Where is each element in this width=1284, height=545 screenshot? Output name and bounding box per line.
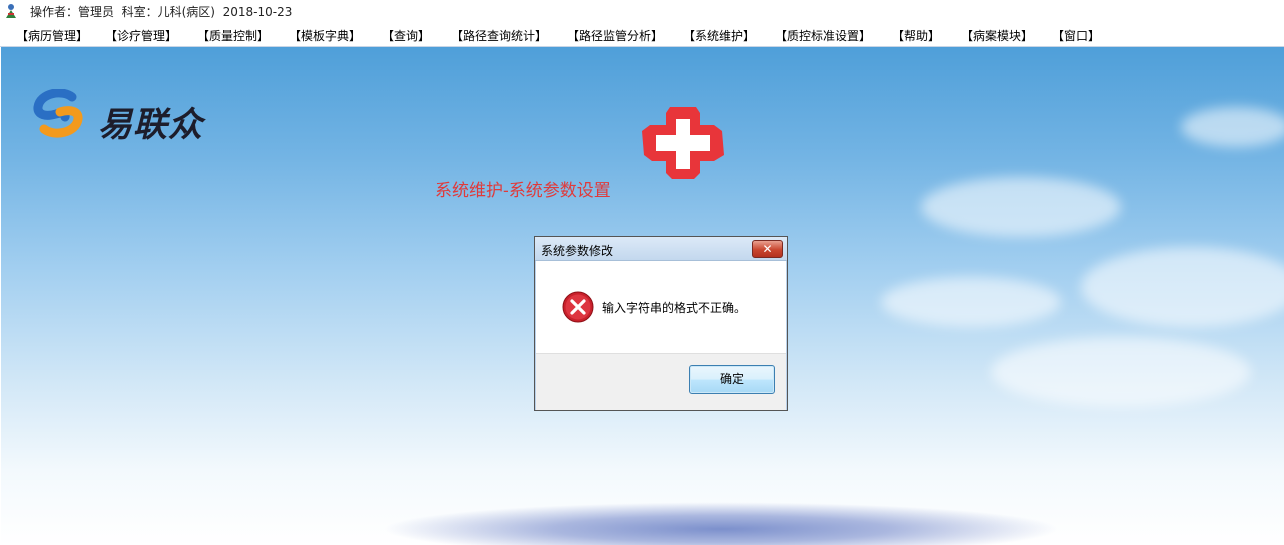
red-cross-icon [642,107,724,179]
page-heading: 系统维护-系统参数设置 [435,181,611,201]
dialog-close-button[interactable]: ✕ [752,240,783,258]
menu-item-system-maintenance[interactable]: 【系统维护】 [683,27,755,44]
dialog-titlebar[interactable]: 系统参数修改 ✕ [535,237,787,261]
error-dialog: 系统参数修改 ✕ 输入字符串的格式不正确。 确定 [534,236,788,411]
ok-button[interactable]: 确定 [689,365,775,394]
menu-item-treatment[interactable]: 【诊疗管理】 [105,27,177,44]
app-icon [6,4,16,18]
menu-item-templates[interactable]: 【模板字典】 [289,27,361,44]
menu-item-query[interactable]: 【查询】 [382,27,430,44]
cloud-decoration [921,177,1121,237]
brand-s-icon [33,89,83,138]
menu-item-case-module[interactable]: 【病案模块】 [961,27,1033,44]
dialog-title: 系统参数修改 [541,244,614,258]
brand-logo: 易联众 [32,89,232,145]
bottom-glow [381,502,1061,545]
menu-item-path-query-stats[interactable]: 【路径查询统计】 [451,27,547,44]
cloud-decoration [1181,107,1284,147]
brand-logo-text: 易联众 [98,105,203,145]
title-bar: 操作者：管理员 科室：儿科(病区) 2018-10-23 [0,0,1284,22]
menu-item-qc-standards[interactable]: 【质控标准设置】 [775,27,871,44]
cloud-decoration [1081,247,1284,327]
menu-item-path-monitoring[interactable]: 【路径监管分析】 [567,27,663,44]
dialog-message: 输入字符串的格式不正确。 [602,301,747,315]
menu-item-quality-control[interactable]: 【质量控制】 [197,27,269,44]
cloud-decoration [991,337,1251,407]
menu-item-medical-records[interactable]: 【病历管理】 [16,27,88,44]
cloud-decoration [881,277,1061,327]
menu-item-help[interactable]: 【帮助】 [892,27,940,44]
error-icon [562,291,594,323]
menu-bar: 【病历管理】 【诊疗管理】 【质量控制】 【模板字典】 【查询】 【路径查询统计… [0,22,1284,47]
menu-item-window[interactable]: 【窗口】 [1052,27,1100,44]
window-title: 操作者：管理员 科室：儿科(病区) 2018-10-23 [30,5,293,19]
